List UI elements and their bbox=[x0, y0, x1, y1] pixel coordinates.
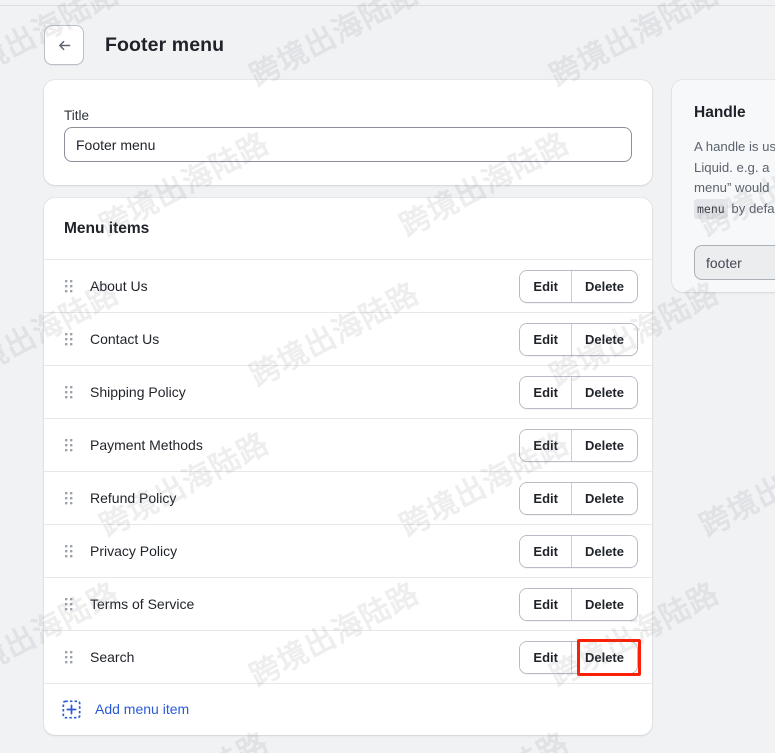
menu-item-actions: Edit Delete bbox=[519, 322, 638, 356]
handle-card-description: A handle is us Liquid. e.g. a menu” woul… bbox=[694, 137, 775, 219]
handle-desc-line-3: menu” would bbox=[694, 180, 770, 195]
add-menu-item-label[interactable]: Add menu item bbox=[95, 701, 189, 717]
menu-item-label: Refund Policy bbox=[90, 490, 177, 506]
edit-button[interactable]: Edit bbox=[520, 482, 572, 514]
plus-square-dashed-icon bbox=[62, 699, 81, 719]
handle-desc-line-2: Liquid. e.g. a bbox=[694, 159, 770, 175]
page-title: Footer menu bbox=[105, 33, 225, 56]
top-divider bbox=[0, 5, 775, 6]
menu-item-row: Privacy Policy Edit Delete bbox=[44, 525, 652, 578]
menu-item-actions: Edit Delete bbox=[519, 269, 638, 303]
menu-item-label: Search bbox=[90, 649, 135, 665]
menu-item-actions: Edit Delete bbox=[519, 375, 638, 409]
edit-button[interactable]: Edit bbox=[520, 429, 572, 461]
drag-handle-icon[interactable] bbox=[62, 382, 76, 402]
drag-handle-icon[interactable] bbox=[62, 488, 76, 508]
page-header: Footer menu bbox=[44, 25, 224, 65]
menu-item-label: Payment Methods bbox=[90, 437, 203, 453]
menu-items-header: Menu items bbox=[44, 198, 652, 260]
menu-item-row: Refund Policy Edit Delete bbox=[44, 472, 652, 525]
handle-input[interactable] bbox=[694, 245, 775, 280]
menu-item-actions: Edit Delete bbox=[519, 587, 638, 621]
watermark-text: 跨境出海陆路 bbox=[691, 719, 775, 753]
watermark-text: 跨境出海陆路 bbox=[694, 425, 775, 545]
handle-desc-line-1: A handle is us bbox=[694, 139, 775, 154]
drag-handle-icon[interactable] bbox=[62, 329, 76, 349]
edit-button[interactable]: Edit bbox=[520, 535, 572, 567]
menu-item-row: Contact Us Edit Delete bbox=[44, 313, 652, 366]
menu-items-heading: Menu items bbox=[64, 219, 150, 237]
handle-card: Handle A handle is us Liquid. e.g. a men… bbox=[672, 80, 775, 292]
title-field-label: Title bbox=[64, 108, 90, 123]
menu-item-label: Contact Us bbox=[90, 331, 160, 347]
menu-item-actions: Edit Delete bbox=[519, 534, 638, 568]
menu-items-list: About Us Edit Delete Contact Us Edit Delete Sh… bbox=[44, 260, 652, 684]
delete-button[interactable]: Delete bbox=[571, 270, 637, 302]
menu-item-row: Shipping Policy Edit Delete bbox=[44, 366, 652, 419]
edit-button[interactable]: Edit bbox=[520, 588, 572, 620]
delete-button[interactable]: Delete bbox=[571, 641, 637, 673]
edit-button[interactable]: Edit bbox=[520, 323, 572, 355]
delete-button[interactable]: Delete bbox=[571, 429, 637, 461]
handle-card-title: Handle bbox=[694, 104, 746, 121]
drag-handle-icon[interactable] bbox=[62, 435, 76, 455]
title-card: Title bbox=[44, 80, 652, 185]
edit-button[interactable]: Edit bbox=[520, 641, 572, 673]
menu-item-actions: Edit Delete bbox=[519, 640, 638, 674]
delete-button[interactable]: Delete bbox=[571, 376, 637, 408]
back-button[interactable] bbox=[44, 25, 84, 65]
drag-handle-icon[interactable] bbox=[62, 647, 76, 667]
menu-item-actions: Edit Delete bbox=[519, 428, 638, 462]
menu-item-label: Privacy Policy bbox=[90, 543, 178, 559]
menu-item-row: Terms of Service Edit Delete bbox=[44, 578, 652, 631]
delete-button[interactable]: Delete bbox=[571, 482, 637, 514]
menu-items-card: Menu items About Us Edit Delete Contact Us E… bbox=[44, 198, 652, 735]
edit-button[interactable]: Edit bbox=[520, 270, 572, 302]
menu-item-row: About Us Edit Delete bbox=[44, 260, 652, 313]
menu-item-label: Shipping Policy bbox=[90, 384, 186, 400]
drag-handle-icon[interactable] bbox=[62, 594, 76, 614]
handle-desc-code: menu bbox=[694, 198, 728, 219]
handle-desc-line-4: by defau bbox=[731, 200, 775, 216]
edit-button[interactable]: Edit bbox=[520, 376, 572, 408]
menu-item-label: Terms of Service bbox=[90, 596, 195, 612]
drag-handle-icon[interactable] bbox=[62, 276, 76, 296]
drag-handle-icon[interactable] bbox=[62, 541, 76, 561]
menu-item-label: About Us bbox=[90, 278, 148, 294]
delete-button[interactable]: Delete bbox=[571, 588, 637, 620]
menu-item-row: Search Edit Delete bbox=[44, 631, 652, 684]
menu-item-row: Payment Methods Edit Delete bbox=[44, 419, 652, 472]
delete-button[interactable]: Delete bbox=[571, 323, 637, 355]
add-menu-item-row[interactable]: Add menu item bbox=[44, 684, 652, 734]
title-input[interactable] bbox=[64, 127, 632, 162]
app-root: Footer menu Title Menu items About Us Edi… bbox=[0, 0, 775, 753]
menu-item-actions: Edit Delete bbox=[519, 481, 638, 515]
delete-button[interactable]: Delete bbox=[571, 535, 637, 567]
arrow-left-icon bbox=[56, 37, 73, 54]
